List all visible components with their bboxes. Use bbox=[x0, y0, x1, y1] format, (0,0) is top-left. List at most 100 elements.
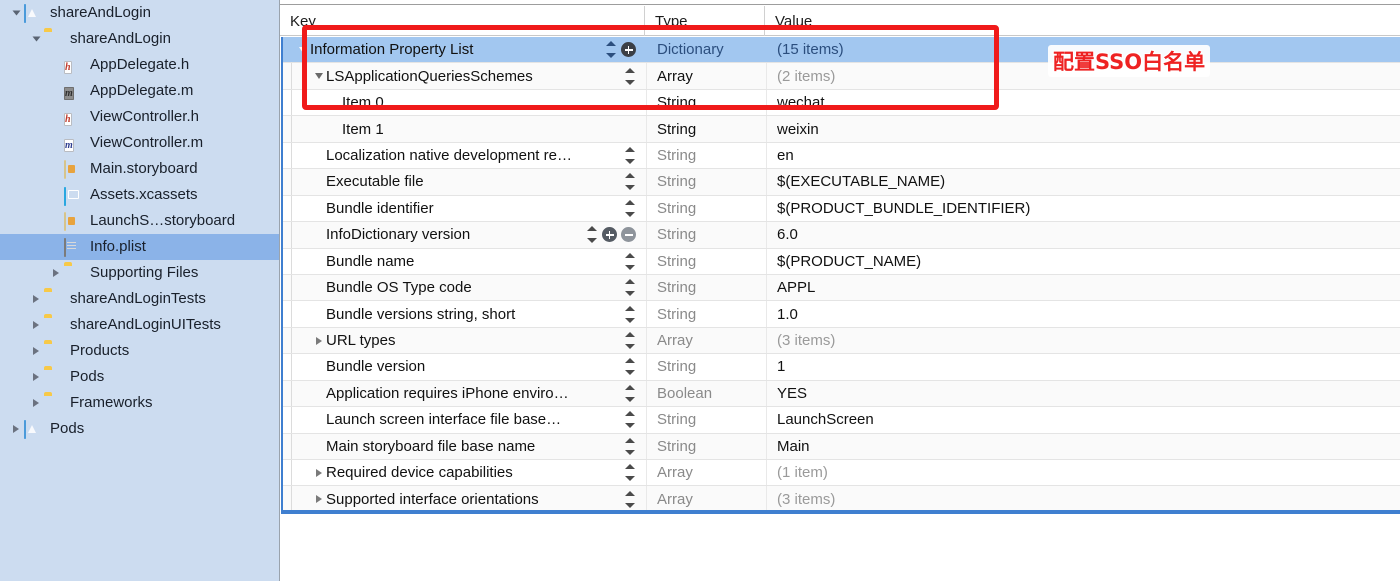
plist-key-cell[interactable]: Localization native development re… bbox=[292, 142, 647, 169]
plist-key-cell[interactable]: Bundle identifier bbox=[292, 195, 647, 222]
plist-type-cell[interactable]: String bbox=[647, 195, 767, 222]
value-stepper[interactable] bbox=[587, 226, 598, 244]
plist-value-cell[interactable]: $(EXECUTABLE_NAME) bbox=[767, 169, 1400, 194]
plist-key-cell[interactable]: Bundle version bbox=[292, 354, 647, 380]
plist-key-cell[interactable]: Bundle OS Type code bbox=[292, 274, 647, 301]
row-controls[interactable] bbox=[625, 173, 646, 191]
plist-key-cell[interactable]: Launch screen interface file base… bbox=[292, 407, 647, 433]
row-disclosure-icon[interactable] bbox=[312, 72, 326, 80]
plist-row[interactable]: Bundle name String $(PRODUCT_NAME) bbox=[283, 248, 1400, 275]
value-stepper[interactable] bbox=[625, 437, 636, 455]
plist-value-cell[interactable]: en bbox=[767, 143, 1400, 168]
navigator-item[interactable]: m ViewController.m bbox=[0, 130, 279, 156]
navigator-item[interactable]: Supporting Files bbox=[0, 260, 279, 286]
plist-value-cell[interactable]: (3 items) bbox=[767, 328, 1400, 353]
navigator-item[interactable]: Info.plist bbox=[0, 234, 279, 260]
plist-key-cell[interactable]: Bundle versions string, short bbox=[292, 301, 647, 327]
plist-type-cell[interactable]: Array bbox=[647, 460, 767, 486]
plist-value-cell[interactable]: wechat bbox=[767, 90, 1400, 115]
row-controls[interactable] bbox=[625, 358, 646, 376]
plist-value-cell[interactable]: APPL bbox=[767, 275, 1400, 300]
project-navigator-list[interactable]: shareAndLogin shareAndLogin h AppDelegate.h… bbox=[0, 0, 279, 442]
plist-type-cell[interactable]: Array bbox=[647, 63, 767, 89]
navigator-item[interactable]: Pods bbox=[0, 416, 279, 442]
plist-type-cell[interactable]: String bbox=[647, 248, 767, 274]
disclosure-triangle-icon[interactable] bbox=[28, 26, 44, 52]
plist-row[interactable]: Application requires iPhone enviro… Boole… bbox=[283, 380, 1400, 408]
plist-row[interactable]: Localization native development re… Strin… bbox=[283, 142, 1400, 170]
plist-type-cell[interactable]: String bbox=[647, 407, 767, 433]
disclosure-triangle-icon[interactable] bbox=[28, 312, 44, 338]
plist-row[interactable]: Item 1 String weixin bbox=[283, 116, 1400, 143]
disclosure-triangle-icon[interactable] bbox=[48, 260, 64, 286]
plist-row[interactable]: Bundle identifier String $(PRODUCT_BUNDLE_… bbox=[283, 195, 1400, 223]
plist-row[interactable]: URL types Array (3 items) bbox=[283, 327, 1400, 355]
value-stepper[interactable] bbox=[625, 332, 636, 350]
plist-row[interactable]: Launch screen interface file base… String… bbox=[283, 407, 1400, 434]
row-disclosure-icon[interactable] bbox=[312, 495, 326, 504]
navigator-item[interactable]: Main.storyboard bbox=[0, 156, 279, 182]
plist-row[interactable]: LSApplicationQueriesSchemes Array (2 items… bbox=[283, 63, 1400, 90]
plist-key-cell[interactable]: Item 1 bbox=[292, 116, 647, 142]
value-stepper[interactable] bbox=[625, 384, 636, 402]
row-controls[interactable] bbox=[625, 490, 646, 508]
value-stepper[interactable] bbox=[625, 173, 636, 191]
plist-type-cell[interactable]: String bbox=[647, 301, 767, 327]
row-disclosure-icon[interactable] bbox=[312, 468, 326, 477]
add-row-button[interactable] bbox=[621, 42, 636, 58]
row-disclosure-icon[interactable] bbox=[312, 336, 326, 345]
row-controls[interactable] bbox=[625, 67, 646, 85]
navigator-item[interactable]: h ViewController.h bbox=[0, 104, 279, 130]
value-stepper[interactable] bbox=[625, 279, 636, 297]
plist-row[interactable]: Bundle OS Type code String APPL bbox=[283, 274, 1400, 302]
plist-key-cell[interactable]: Supported interface orientations bbox=[292, 486, 647, 512]
plist-type-cell[interactable]: Array bbox=[647, 327, 767, 354]
plist-type-cell[interactable]: String bbox=[647, 142, 767, 169]
plist-value-cell[interactable]: (3 items) bbox=[767, 486, 1400, 511]
row-controls[interactable] bbox=[625, 411, 646, 429]
plist-row[interactable]: Executable file String $(EXECUTABLE_NAME) bbox=[283, 169, 1400, 196]
disclosure-triangle-icon[interactable] bbox=[28, 286, 44, 312]
plist-value-cell[interactable]: 1 bbox=[767, 354, 1400, 379]
plist-type-cell[interactable]: String bbox=[647, 222, 767, 248]
navigator-item[interactable]: m AppDelegate.m bbox=[0, 78, 279, 104]
navigator-item[interactable]: shareAndLogin bbox=[0, 26, 279, 52]
navigator-item[interactable]: LaunchS…storyboard bbox=[0, 208, 279, 234]
plist-value-cell[interactable]: $(PRODUCT_BUNDLE_IDENTIFIER) bbox=[767, 196, 1400, 221]
value-stepper[interactable] bbox=[625, 252, 636, 270]
disclosure-triangle-icon[interactable] bbox=[28, 390, 44, 416]
disclosure-triangle-icon[interactable] bbox=[28, 338, 44, 364]
plist-type-cell[interactable]: Array bbox=[647, 486, 767, 512]
navigator-item[interactable]: Assets.xcassets bbox=[0, 182, 279, 208]
value-stepper[interactable] bbox=[625, 464, 636, 482]
add-row-button[interactable] bbox=[602, 227, 617, 243]
plist-value-cell[interactable]: 1.0 bbox=[767, 301, 1400, 326]
plist-type-cell[interactable]: String bbox=[647, 433, 767, 459]
row-controls[interactable] bbox=[625, 305, 646, 323]
row-controls[interactable] bbox=[625, 279, 646, 297]
plist-value-cell[interactable]: weixin bbox=[767, 116, 1400, 141]
project-navigator[interactable]: shareAndLogin shareAndLogin h AppDelegate.h… bbox=[0, 0, 280, 581]
plist-value-cell[interactable]: YES bbox=[767, 381, 1400, 406]
navigator-item[interactable]: h AppDelegate.h bbox=[0, 52, 279, 78]
plist-row[interactable]: Bundle versions string, short String 1.0 bbox=[283, 301, 1400, 328]
value-stepper[interactable] bbox=[625, 199, 636, 217]
plist-type-cell[interactable]: String bbox=[647, 354, 767, 380]
plist-key-cell[interactable]: Information Property List bbox=[292, 37, 647, 63]
disclosure-triangle-icon[interactable] bbox=[8, 416, 24, 442]
plist-key-cell[interactable]: URL types bbox=[292, 327, 647, 354]
plist-table-body[interactable]: Information Property List Dictionary (15 i… bbox=[281, 37, 1400, 514]
row-disclosure-icon[interactable] bbox=[296, 46, 310, 54]
column-header-type[interactable]: Type bbox=[645, 6, 765, 36]
plist-key-cell[interactable]: Application requires iPhone enviro… bbox=[292, 380, 647, 407]
value-stepper[interactable] bbox=[625, 490, 636, 508]
plist-key-cell[interactable]: Bundle name bbox=[292, 248, 647, 274]
navigator-item[interactable]: shareAndLogin bbox=[0, 0, 279, 26]
plist-key-cell[interactable]: LSApplicationQueriesSchemes bbox=[292, 63, 647, 89]
row-controls[interactable] bbox=[625, 437, 646, 455]
remove-row-button[interactable] bbox=[621, 227, 636, 243]
plist-value-cell[interactable]: Main bbox=[767, 434, 1400, 459]
row-controls[interactable] bbox=[625, 199, 646, 217]
row-controls[interactable] bbox=[625, 464, 646, 482]
plist-key-cell[interactable]: Executable file bbox=[292, 169, 647, 195]
